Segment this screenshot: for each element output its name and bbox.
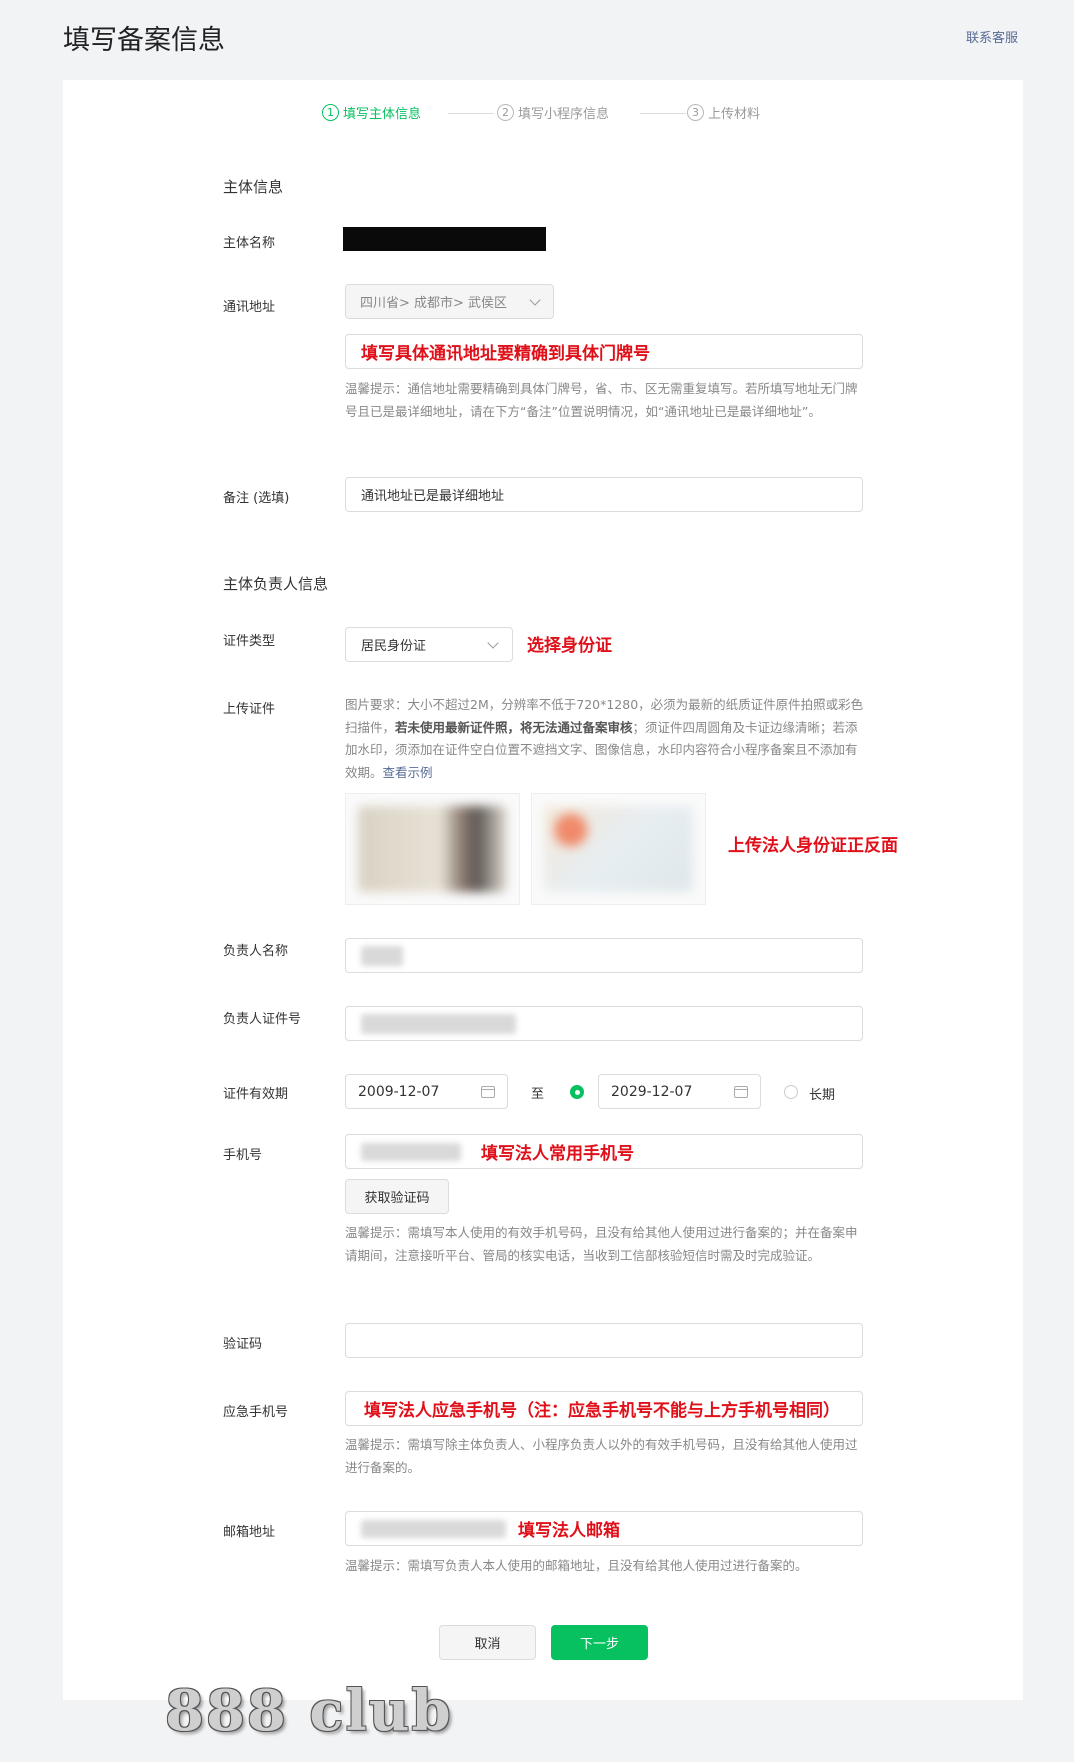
upload-hint-bold: 若未使用最新证件照，将无法通过备案审核	[395, 719, 633, 735]
id-number-blurred	[361, 1013, 516, 1034]
phone-input[interactable]: 填写法人常用手机号	[345, 1134, 863, 1169]
upload-label: 上传证件	[223, 702, 276, 717]
id-type-label: 证件类型	[223, 634, 276, 649]
validity-fixed-radio[interactable]	[570, 1085, 584, 1099]
region-select[interactable]: 四川省> 成都市> 武侯区	[345, 284, 554, 319]
step-label: 上传材料	[708, 107, 761, 122]
email-input[interactable]: 填写法人邮箱	[345, 1511, 863, 1546]
calendar-icon	[481, 1085, 495, 1098]
validity-label: 证件有效期	[223, 1087, 289, 1102]
subject-name-label: 主体名称	[223, 236, 276, 251]
remark-input[interactable]: 通讯地址已是最详细地址	[345, 477, 863, 512]
phone-label: 手机号	[223, 1148, 263, 1163]
address-label: 通讯地址	[223, 300, 276, 315]
validity-end-input[interactable]: 2029-12-07	[598, 1074, 761, 1109]
get-verification-code-button[interactable]: 获取验证码	[345, 1179, 449, 1214]
view-example-link[interactable]: 查看示例	[383, 765, 433, 780]
id-type-select[interactable]: 居民身份证	[345, 627, 513, 662]
step-number: 1	[322, 104, 339, 121]
upload-annotation: 上传法人身份证正反面	[728, 836, 898, 856]
step-3: 3 上传材料	[687, 103, 760, 122]
phone-annotation: 填写法人常用手机号	[481, 1144, 634, 1164]
validity-long-term-radio[interactable]	[784, 1085, 798, 1099]
step-number: 3	[687, 104, 704, 121]
validity-end-value: 2029-12-07	[611, 1083, 693, 1100]
id-number-label: 负责人证件号	[223, 1012, 302, 1027]
email-blurred	[361, 1519, 506, 1538]
emergency-phone-label: 应急手机号	[223, 1405, 289, 1420]
person-name-label: 负责人名称	[223, 944, 289, 959]
id-type-annotation: 选择身份证	[527, 636, 612, 656]
emergency-phone-annotation: 填写法人应急手机号（注：应急手机号不能与上方手机号相同）	[364, 1401, 840, 1421]
remark-label: 备注 (选填)	[223, 491, 290, 506]
email-hint: 温馨提示：需填写负责人本人使用的邮箱地址，且没有给其他人使用过进行备案的。	[345, 1558, 808, 1573]
address-detail-input[interactable]: 填写具体通讯地址要精确到具体门牌号	[345, 334, 863, 369]
validity-to-label: 至	[531, 1087, 545, 1102]
phone-hint: 温馨提示：需填写本人使用的有效手机号码，且没有给其他人使用过进行备案的；并在备案…	[345, 1225, 858, 1263]
address-annotation: 填写具体通讯地址要精确到具体门牌号	[361, 344, 650, 364]
chevron-down-icon	[487, 636, 499, 649]
step-2: 2 填写小程序信息	[497, 103, 609, 122]
emergency-phone-hint: 温馨提示：需填写除主体负责人、小程序负责人以外的有效手机号码，且没有给其他人使用…	[345, 1437, 858, 1475]
id-card-back-image	[544, 806, 693, 892]
step-connector	[448, 113, 494, 114]
email-label: 邮箱地址	[223, 1525, 276, 1540]
watermark-logo: 888 club	[165, 1678, 453, 1744]
person-section-title: 主体负责人信息	[223, 575, 329, 593]
step-1: 1 填写主体信息	[322, 103, 421, 122]
subject-section-title: 主体信息	[223, 178, 284, 196]
id-card-front-upload[interactable]	[345, 793, 520, 905]
person-name-input[interactable]	[345, 938, 863, 973]
id-type-value: 居民身份证	[361, 639, 427, 654]
id-card-front-image	[358, 806, 507, 892]
verification-code-label: 验证码	[223, 1337, 263, 1352]
step-connector	[640, 113, 686, 114]
next-step-button[interactable]: 下一步	[551, 1625, 648, 1660]
step-number: 2	[497, 104, 514, 121]
id-card-back-upload[interactable]	[531, 793, 706, 905]
id-number-input[interactable]	[345, 1006, 863, 1041]
address-hint: 温馨提示：通信地址需要精确到具体门牌号，省、市、区无需重复填写。若所填写地址无门…	[345, 381, 858, 419]
subject-name-redacted	[343, 227, 546, 251]
chevron-down-icon	[529, 293, 541, 306]
cancel-button[interactable]: 取消	[439, 1625, 536, 1660]
remark-value: 通讯地址已是最详细地址	[361, 489, 505, 504]
upload-hint: 图片要求：大小不超过2M，分辨率不低于720*1280，必须为最新的纸质证件原件…	[345, 694, 865, 784]
validity-start-input[interactable]: 2009-12-07	[345, 1074, 508, 1109]
step-label: 填写小程序信息	[518, 107, 610, 122]
contact-support-link[interactable]: 联系客服	[966, 27, 1018, 46]
emergency-phone-input[interactable]: 填写法人应急手机号（注：应急手机号不能与上方手机号相同）	[345, 1391, 863, 1426]
verification-code-input[interactable]	[345, 1323, 863, 1358]
page-title: 填写备案信息	[63, 25, 225, 56]
person-name-blurred	[361, 945, 403, 966]
step-label: 填写主体信息	[343, 107, 422, 122]
validity-long-term-label: 长期	[809, 1088, 836, 1103]
calendar-icon	[734, 1085, 748, 1098]
region-select-value: 四川省> 成都市> 武侯区	[360, 296, 508, 311]
email-annotation: 填写法人邮箱	[518, 1521, 620, 1541]
phone-blurred	[361, 1142, 461, 1161]
validity-start-value: 2009-12-07	[358, 1083, 440, 1100]
